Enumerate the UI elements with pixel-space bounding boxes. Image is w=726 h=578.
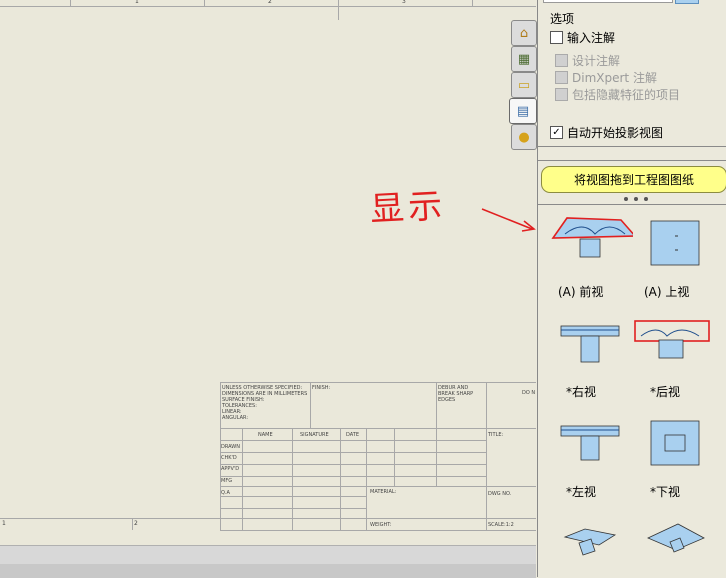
- tab-glyph: ▭: [517, 77, 531, 93]
- material-label: MATERIAL:: [370, 489, 397, 495]
- view-palette-icon[interactable]: ▤: [509, 98, 537, 124]
- zone-divider: [70, 0, 71, 6]
- checkbox-box[interactable]: ✓: [550, 126, 563, 139]
- front-view-label: (A) 前视: [558, 285, 604, 299]
- checkbox-box[interactable]: [555, 88, 568, 101]
- dimxpert-annotations-checkbox[interactable]: DimXpert 注解: [555, 69, 657, 86]
- checkbox-label: 设计注解: [572, 54, 621, 68]
- tab-glyph: ▤: [516, 103, 530, 119]
- splitter-handle[interactable]: [622, 196, 650, 202]
- drag-views-banner: 将视图拖到工程图图纸: [541, 166, 726, 193]
- zone-divider: [338, 0, 339, 20]
- divider: [538, 204, 726, 205]
- tab-glyph: ▦: [517, 51, 531, 67]
- row-label: CHK'D: [221, 455, 237, 461]
- weight-label: WEIGHT:: [370, 522, 392, 528]
- checkbox-label: 自动开始投影视图: [567, 126, 664, 140]
- divider: [538, 160, 726, 161]
- back-view-label: *后视: [650, 385, 681, 399]
- drawing-number-label: DWG NO.: [488, 491, 512, 497]
- zone-number: 1: [2, 520, 6, 527]
- checkbox-label: 包括隐藏特征的项目: [572, 88, 681, 102]
- design-library-icon[interactable]: ▦: [511, 46, 537, 72]
- checkbox-box[interactable]: [550, 31, 563, 44]
- left-view-label: *左视: [566, 485, 597, 499]
- tab-glyph: ●: [518, 129, 530, 145]
- zone-number: 1: [135, 0, 139, 5]
- front-view-icon[interactable]: [543, 210, 637, 290]
- hidden-features-checkbox[interactable]: 包括隐藏特征的项目: [555, 86, 680, 103]
- tab-glyph: ⌂: [519, 25, 529, 41]
- row-label: MFG: [221, 478, 233, 484]
- isometric-view-icon[interactable]: [563, 525, 643, 577]
- checkbox-label: 输入注解: [567, 31, 616, 45]
- refresh-button[interactable]: [675, 0, 699, 4]
- deburr-note: DEBUR AND BREAK SHARP EDGES: [438, 385, 474, 403]
- status-strip: [0, 564, 536, 578]
- zone-number: 2: [268, 0, 272, 5]
- drawing-sheet[interactable]: 1 2 3 UNLESS OTHERWISE SPECIFIED: DIMENS…: [0, 0, 536, 545]
- do-not-scale-label: DO N: [522, 390, 536, 396]
- zone-divider: [472, 0, 473, 6]
- scale-label: SCALE:1:2: [488, 522, 514, 528]
- design-annotations-checkbox[interactable]: 设计注解: [555, 52, 620, 69]
- date-column-header: DATE: [346, 432, 360, 438]
- checkbox-label: DimXpert 注解: [572, 71, 657, 85]
- signature-column-header: SIGNATURE: [300, 432, 329, 438]
- tolerance-note: UNLESS OTHERWISE SPECIFIED: DIMENSIONS A…: [222, 385, 308, 421]
- view-palette-panel: 选项 输入注解 设计注解 DimXpert 注解 包括隐藏特征的项目 ✓ 自动开…: [537, 0, 726, 577]
- annotation-arrow: [481, 208, 536, 232]
- title-label: TITLE:: [488, 432, 504, 438]
- import-annotations-checkbox[interactable]: 输入注解: [550, 29, 615, 46]
- options-title: 选项: [550, 12, 575, 26]
- model-dropdown[interactable]: [543, 0, 673, 3]
- zone-number: 3: [402, 0, 406, 5]
- name-column-header: NAME: [258, 432, 273, 438]
- folder-icon[interactable]: ▭: [511, 72, 537, 98]
- top-view-label: (A) 上视: [644, 285, 690, 299]
- checkbox-box[interactable]: [555, 71, 568, 84]
- checkbox-box[interactable]: [555, 54, 568, 67]
- appearance-icon[interactable]: ●: [511, 124, 537, 150]
- dimetric-view-icon[interactable]: [646, 522, 726, 577]
- auto-projection-checkbox[interactable]: ✓ 自动开始投影视图: [550, 124, 663, 141]
- zone-number: 2: [134, 520, 138, 527]
- horizontal-scrollbar[interactable]: [0, 545, 536, 578]
- handwritten-annotation: 显示: [369, 186, 448, 230]
- divider: [538, 146, 726, 147]
- row-label: DRAWN: [221, 444, 240, 450]
- right-view-label: *右视: [566, 385, 597, 399]
- zone-divider: [204, 0, 205, 6]
- row-label: Q.A: [221, 490, 230, 496]
- home-icon[interactable]: ⌂: [511, 20, 537, 46]
- top-border-line: [0, 6, 536, 7]
- row-label: APPV'D: [221, 466, 240, 472]
- bottom-view-label: *下视: [650, 485, 681, 499]
- finish-label: FINISH:: [312, 385, 331, 391]
